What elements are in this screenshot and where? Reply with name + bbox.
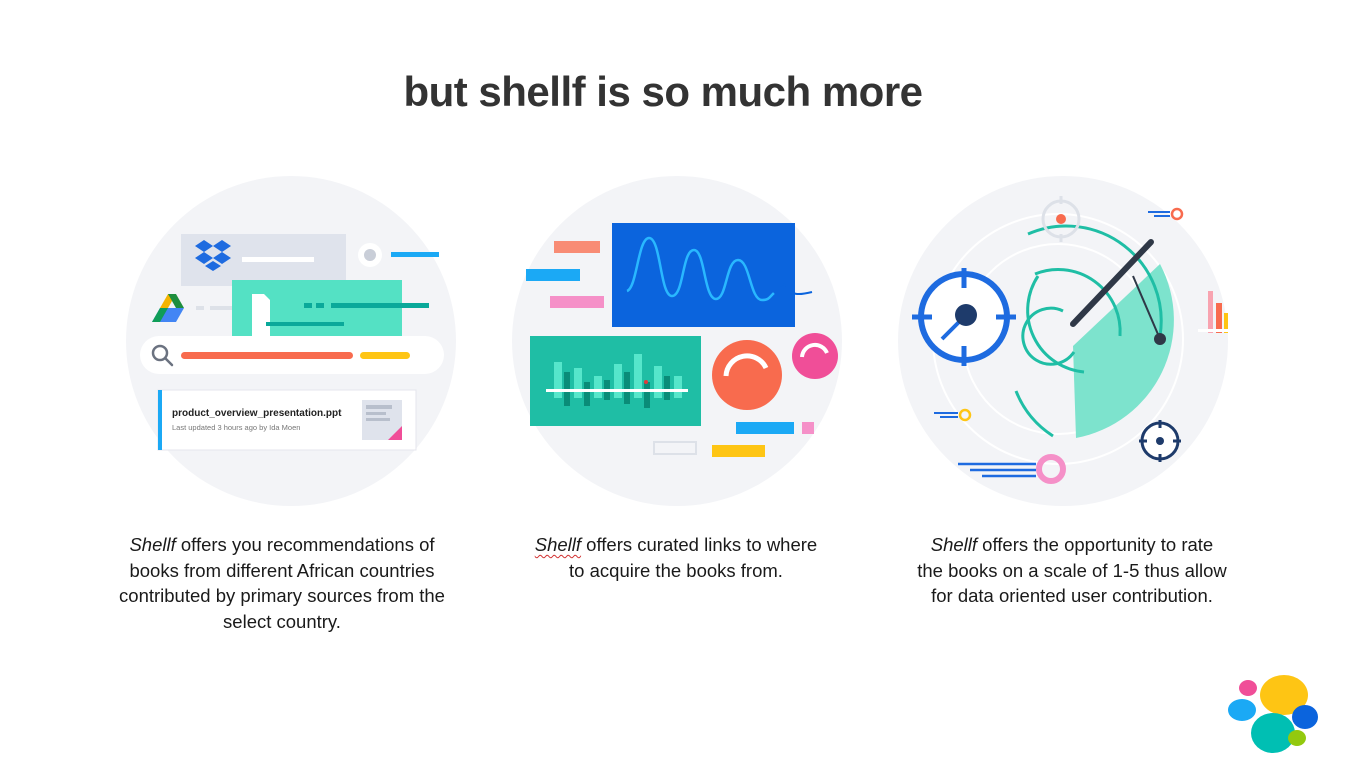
- dashboard-illustration: [512, 176, 842, 506]
- caption-curated-links: Shellf offers curated links to where to …: [511, 532, 841, 583]
- search-illustration: product_overview_presentation.ppt Last u…: [126, 176, 456, 506]
- brand-name: Shellf: [129, 534, 176, 555]
- document-thumbnail-icon: [362, 400, 402, 440]
- radar-illustration: [898, 176, 1228, 506]
- caption-text: offers curated links to where to acquire…: [569, 534, 818, 581]
- caption-recommendations: Shellf offers you recommendations of boo…: [117, 532, 447, 634]
- slide-title: but shellf is so much more: [403, 68, 923, 115]
- caption-rating: Shellf offers the opportunity to rate th…: [907, 532, 1237, 609]
- brand-name: Shellf: [534, 534, 582, 555]
- brand-name: Shellf: [930, 534, 978, 555]
- file-name: product_overview_presentation.ppt: [172, 408, 342, 419]
- file-meta: Last updated 3 hours ago by Ida Moen: [172, 423, 300, 432]
- colorful-blob-logo-icon: [1226, 674, 1320, 758]
